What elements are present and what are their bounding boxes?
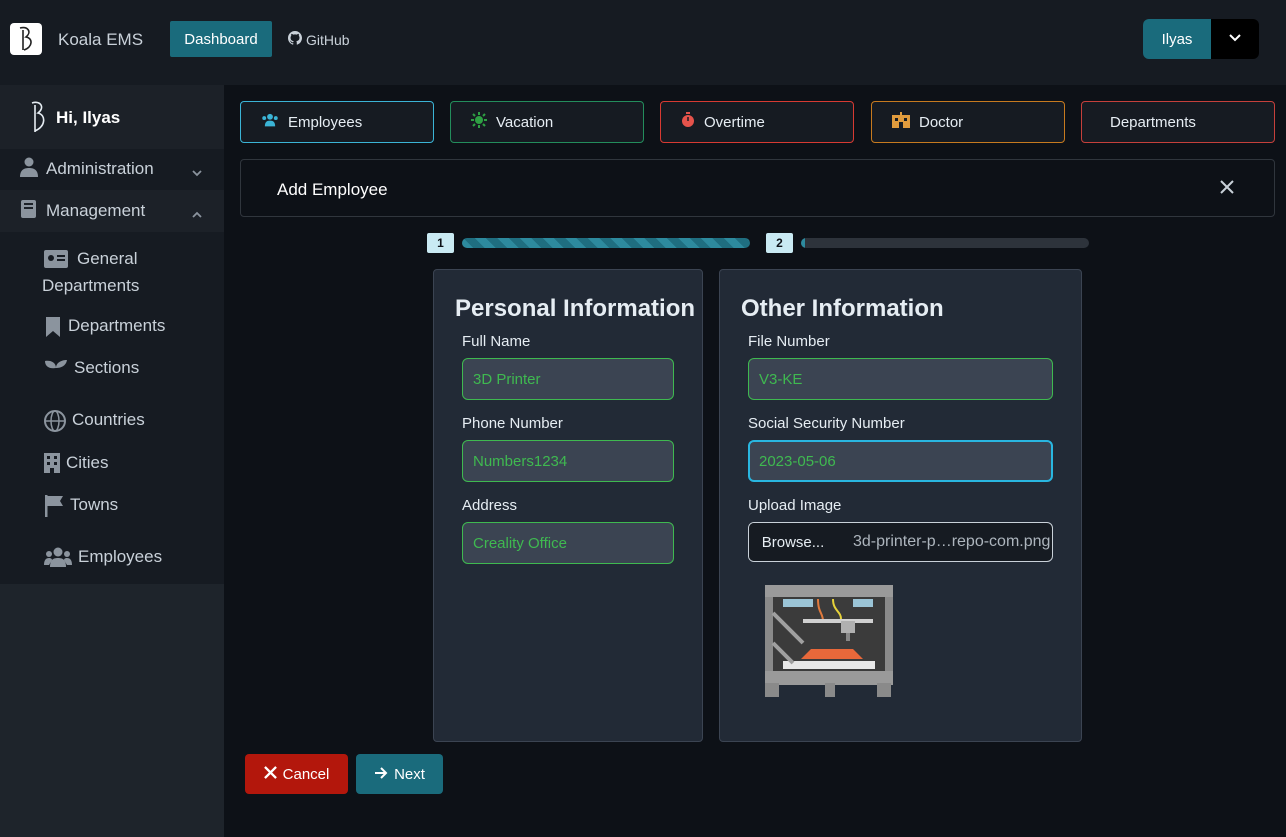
chevron-up-icon [192, 204, 202, 224]
cancel-button[interactable]: Cancel [245, 754, 348, 794]
sidebar-item-label: Cities [66, 453, 109, 472]
address-label: Address [462, 497, 518, 514]
github-icon [288, 31, 303, 48]
sidebar-item-label: Departments [68, 316, 166, 335]
upload-image-input[interactable]: Browse... 3d-printer-p…repo-com.png [748, 522, 1053, 562]
koala-logo-small [26, 99, 48, 135]
step-1-progress-fill [462, 238, 750, 248]
file-number-label: File Number [748, 333, 830, 350]
phone-input[interactable] [462, 440, 674, 482]
next-button[interactable]: Next [356, 754, 443, 794]
tab-overtime[interactable]: Overtime [660, 101, 854, 143]
users-icon [44, 547, 72, 572]
sidebar-greeting: Hi, Ilyas [0, 85, 224, 149]
sidebar-item-employees[interactable]: Employees [44, 547, 162, 572]
user-menu-button[interactable]: Ilyas [1143, 19, 1211, 59]
greeting-text: Hi, Ilyas [56, 108, 121, 127]
image-preview [763, 583, 893, 698]
sidebar-item-cities[interactable]: Cities [44, 453, 109, 478]
close-icon [263, 765, 277, 783]
sidebar-item-label: Sections [74, 358, 140, 377]
card-title: Personal Information [455, 295, 696, 322]
tab-vacation[interactable]: Vacation [450, 101, 644, 143]
stopwatch-icon [681, 112, 695, 132]
step-2-progress-fill [801, 238, 805, 248]
sidebar-item-countries[interactable]: Countries [44, 410, 145, 437]
other-info-card: Other Information File Number Social Sec… [719, 269, 1082, 742]
globe-icon [44, 410, 66, 437]
tab-departments[interactable]: Departments [1081, 101, 1275, 143]
app-title[interactable]: Koala EMS [58, 30, 143, 50]
seedling-icon [44, 358, 68, 385]
browse-button[interactable]: Browse... [749, 523, 837, 561]
github-label: GitHub [306, 31, 350, 48]
tab-doctor[interactable]: Doctor [871, 101, 1065, 143]
github-link[interactable]: GitHub [288, 31, 350, 48]
step-1-badge[interactable]: 1 [427, 233, 454, 253]
sidebar-footer [0, 584, 224, 837]
dashboard-button[interactable]: Dashboard [170, 21, 272, 57]
user-tie-icon [20, 157, 38, 182]
user-menu-toggle[interactable] [1211, 19, 1259, 59]
full-name-input[interactable] [462, 358, 674, 400]
tab-label: Departments [1110, 113, 1196, 131]
sidebar-item-label: Employees [78, 547, 163, 566]
sidebar-section-administration[interactable]: Administration [0, 148, 224, 190]
file-name-text: 3d-printer-p…repo-com.png [853, 533, 1051, 550]
next-label: Next [394, 765, 425, 783]
building-icon [44, 453, 60, 478]
tab-label: Vacation [496, 113, 554, 131]
full-name-label: Full Name [462, 333, 531, 350]
personal-info-card: Personal Information Full Name Phone Num… [433, 269, 703, 742]
sidebar-item-label: Departments [42, 276, 140, 295]
close-icon[interactable] [1220, 180, 1234, 199]
sidebar-section-label: Administration [46, 159, 154, 178]
sidebar-section-label: Management [46, 201, 146, 220]
top-navbar: Koala EMS Dashboard GitHub Ilyas [0, 0, 1286, 85]
sidebar-item-general-departments[interactable]: General Departments [42, 249, 192, 299]
tab-label: Doctor [919, 113, 964, 131]
koala-logo[interactable] [10, 23, 42, 55]
hospital-icon [892, 112, 910, 132]
ssn-input[interactable] [748, 440, 1053, 482]
tab-employees[interactable]: Employees [240, 101, 434, 143]
chevron-down-icon [1228, 30, 1242, 48]
tab-label: Overtime [704, 113, 765, 131]
phone-label: Phone Number [462, 415, 563, 432]
card-title: Other Information [741, 295, 944, 322]
add-employee-header: Add Employee [240, 159, 1275, 217]
ssn-label: Social Security Number [748, 415, 905, 432]
address-input[interactable] [462, 522, 674, 564]
arrow-right-icon [374, 766, 388, 783]
tab-label: Employees [288, 113, 363, 131]
sun-icon [471, 112, 487, 132]
book-icon [20, 199, 38, 224]
step-2-badge[interactable]: 2 [766, 233, 793, 253]
users-icon [261, 113, 279, 131]
sidebar-item-label: Towns [70, 495, 119, 514]
sidebar-item-departments[interactable]: Departments [44, 316, 165, 343]
bookmark-icon [44, 316, 62, 343]
file-number-input[interactable] [748, 358, 1053, 400]
sidebar-item-sections[interactable]: Sections [44, 358, 139, 385]
sidebar-section-management[interactable]: Management [0, 190, 224, 232]
flag-icon [44, 495, 64, 522]
sidebar: Hi, Ilyas Administration Management Gene… [0, 85, 224, 584]
sidebar-item-label: Countries [72, 410, 145, 429]
chevron-down-icon [192, 162, 202, 182]
panel-title: Add Employee [277, 180, 388, 199]
cancel-label: Cancel [282, 765, 330, 783]
id-card-icon [44, 250, 68, 273]
upload-image-label: Upload Image [748, 497, 842, 514]
step-1-progress [462, 238, 750, 248]
sidebar-item-towns[interactable]: Towns [44, 495, 118, 522]
step-2-progress [801, 238, 1089, 248]
sidebar-item-label: General [77, 249, 138, 268]
